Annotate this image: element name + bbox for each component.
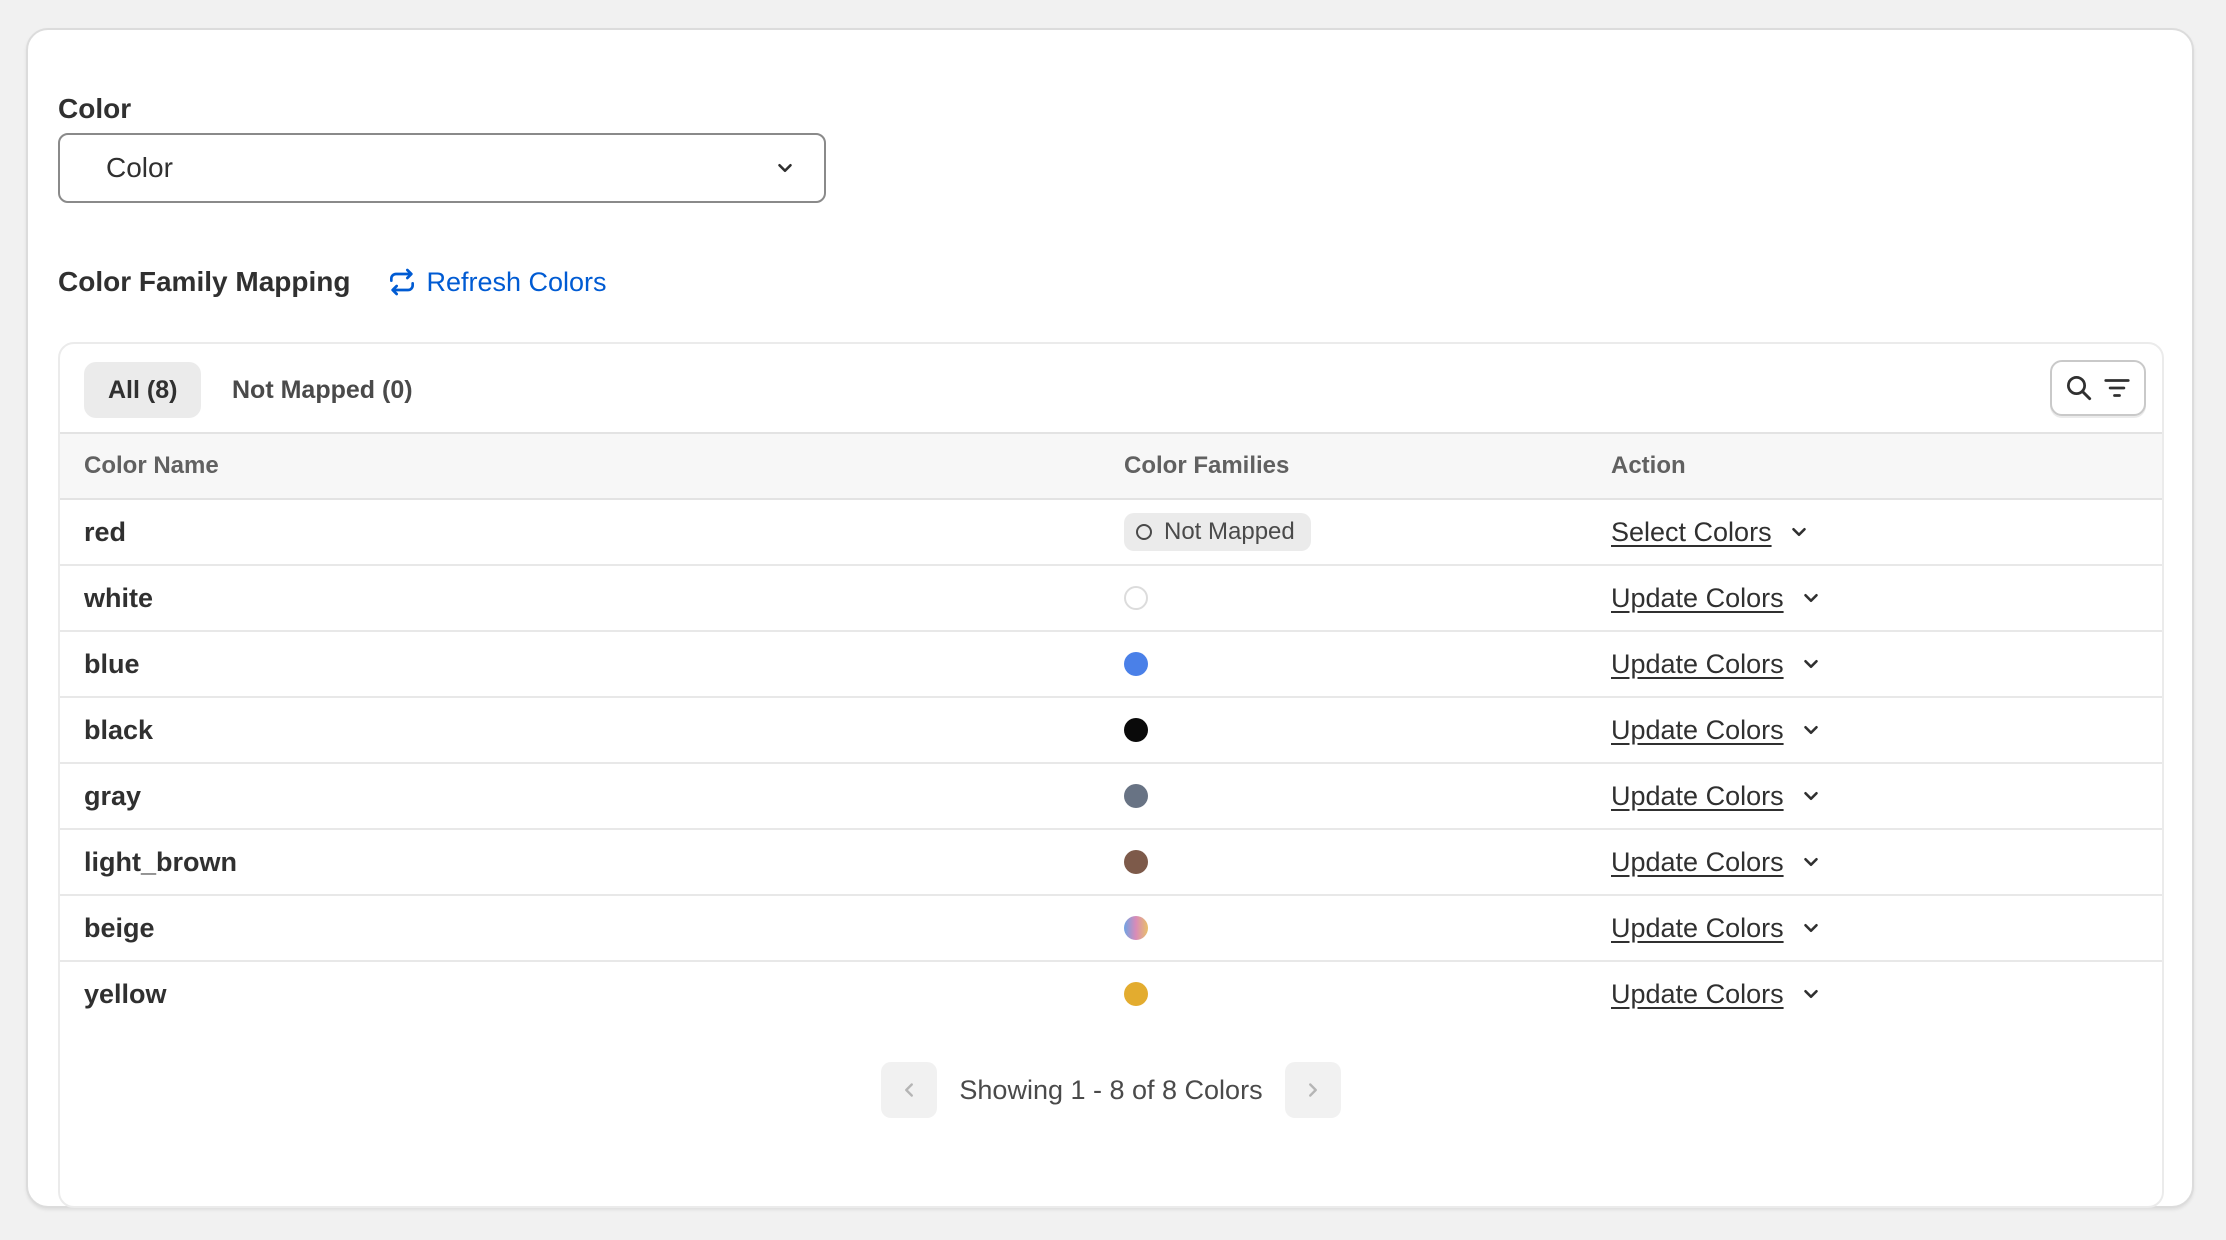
mapping-header: Color Family Mapping Refresh Colors [58,262,607,302]
chevron-down-icon [1803,791,1818,801]
filter-tabs-bar: All (8) Not Mapped (0) [60,344,2162,434]
not-mapped-badge: Not Mapped [1124,513,1311,551]
refresh-colors-label: Refresh Colors [426,266,607,297]
color-name: blue [84,648,140,679]
color-name: black [84,714,154,745]
mapping-title: Color Family Mapping [58,266,351,297]
multicolor-swatch [1124,916,1148,940]
refresh-icon [390,268,415,296]
update-colors-button[interactable]: Update Colors [1611,913,1822,944]
action-label: Update Colors [1611,846,1784,877]
chevron-right-icon [1308,1083,1317,1097]
table-row: black Update Colors [60,698,2162,764]
chevron-down-icon [778,163,792,173]
update-colors-button[interactable]: Update Colors [1611,781,1822,812]
color-name: light_brown [84,846,237,877]
tab-all[interactable]: All (8) [84,362,202,418]
action-label: Update Colors [1611,780,1784,811]
chevron-down-icon [1803,857,1818,867]
chevron-down-icon [1803,659,1818,669]
color-name: gray [84,780,142,811]
color-swatch [1124,586,1148,610]
search-icon [2067,376,2092,401]
table-row: blue Update Colors [60,632,2162,698]
update-colors-button[interactable]: Update Colors [1611,649,1822,680]
color-name: yellow [84,978,167,1009]
color-name: beige [84,912,155,943]
color-swatch [1124,982,1148,1006]
table-row: gray Update Colors [60,764,2162,830]
filter-icon [2104,379,2130,397]
action-label: Update Colors [1611,714,1784,745]
table-row: beige Update Colors [60,896,2162,962]
header-action: Action [1611,452,1686,479]
pagination: Showing 1 - 8 of 8 Colors [60,1062,2162,1118]
action-label: Update Colors [1611,912,1784,943]
color-name: white [84,582,154,613]
chevron-left-icon [905,1083,914,1097]
chevron-down-icon [1791,527,1806,537]
color-mapping-table: All (8) Not Mapped (0) Color Name Color … [58,342,2164,1208]
color-name: red [84,516,127,547]
table-row: light_brown Update Colors [60,830,2162,896]
next-page-button[interactable] [1284,1062,1341,1118]
refresh-colors-button[interactable]: Refresh Colors [386,266,607,298]
action-label: Update Colors [1611,648,1784,679]
color-settings-card: Color Color Color Family Mapping Refresh… [26,28,2194,1208]
action-label: Update Colors [1611,978,1784,1009]
color-swatch [1124,718,1148,742]
circle-outline-icon [1136,524,1152,540]
color-swatch [1124,850,1148,874]
color-option-select-value: Color [106,152,173,183]
pagination-summary: Showing 1 - 8 of 8 Colors [959,1074,1263,1105]
table-row: red Not Mapped Select Colors [60,500,2162,566]
select-colors-button[interactable]: Select Colors [1611,517,1810,548]
update-colors-button[interactable]: Update Colors [1611,847,1822,878]
table-header: Color Name Color Families Action [60,434,2162,500]
table-body: red Not Mapped Select Colors white Updat… [60,500,2162,1028]
color-swatch [1124,784,1148,808]
header-color-families: Color Families [1124,452,1290,479]
header-color-name: Color Name [84,452,219,479]
table-row: yellow Update Colors [60,962,2162,1028]
chevron-down-icon [1803,725,1818,735]
color-swatch [1124,652,1148,676]
table-row: white Update Colors [60,566,2162,632]
tab-not-mapped[interactable]: Not Mapped (0) [208,362,437,418]
update-colors-button[interactable]: Update Colors [1611,583,1822,614]
badge-label: Not Mapped [1164,518,1295,545]
color-option-select[interactable]: Color [58,133,826,203]
previous-page-button[interactable] [881,1062,938,1118]
chevron-down-icon [1803,989,1818,999]
color-section-title: Color [58,93,132,124]
search-filter-button[interactable] [2050,360,2146,416]
update-colors-button[interactable]: Update Colors [1611,979,1822,1010]
action-label: Select Colors [1611,516,1772,547]
chevron-down-icon [1803,923,1818,933]
chevron-down-icon [1803,593,1818,603]
update-colors-button[interactable]: Update Colors [1611,715,1822,746]
action-label: Update Colors [1611,582,1784,613]
